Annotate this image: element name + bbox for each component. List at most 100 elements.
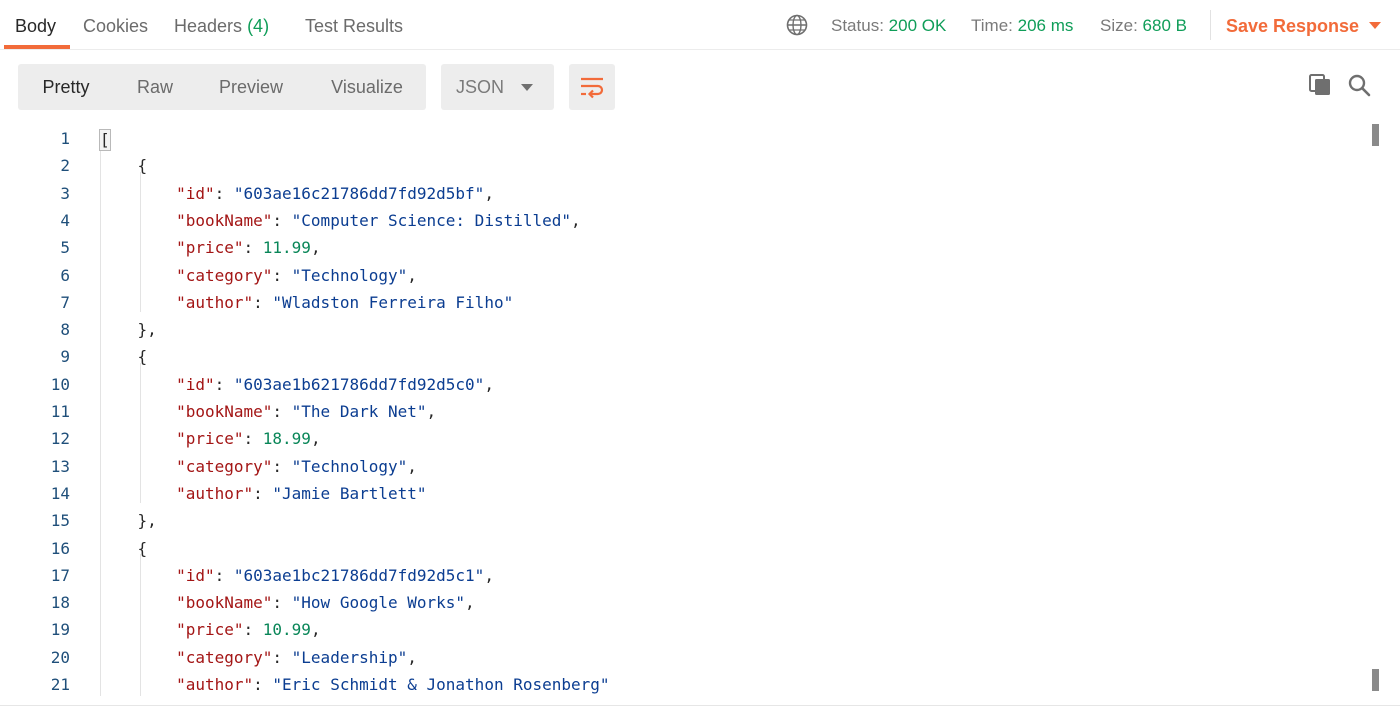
wrap-lines-button[interactable] [569,64,615,110]
divider [1210,10,1211,40]
size-value: 680 B [1142,16,1187,35]
code-text: "price": 18.99, [99,425,321,452]
json-punctuation: : [214,565,234,585]
json-string: "Jamie Bartlett" [272,483,427,503]
chevron-down-icon [521,84,533,91]
line-number: 15 [50,511,70,531]
code-line: 7 "author": "Wladston Ferreira Filho" [0,289,1360,316]
json-key: "id" [176,565,215,585]
line-number: 11 [50,402,70,421]
line-number: 20 [50,647,70,667]
view-preview-button[interactable]: Preview [200,64,302,110]
tab-headers[interactable]: Headers (4) [174,13,269,39]
json-number: 10.99 [262,620,311,640]
view-raw-button[interactable]: Raw [122,64,188,110]
code-text: }, [99,316,157,343]
json-punctuation: : [243,238,263,258]
code-text: "bookName": "The Dark Net", [99,398,436,425]
response-body-viewer[interactable]: 1[2 {3 "id": "603ae16c21786dd7fd92d5bf",… [0,124,1400,696]
json-punctuation: : [272,402,292,421]
code-line: 6 "category": "Technology", [0,262,1360,289]
json-string: "How Google Works" [291,593,466,613]
scrollbar-thumb[interactable] [1372,124,1379,146]
code-text: "bookName": "How Google Works", [99,589,475,616]
code-line: 2 { [0,152,1360,179]
line-number: 5 [60,238,70,258]
json-string: "603ae1b621786dd7fd92d5c0" [233,374,485,394]
line-number: 12 [50,429,70,449]
tab-test-results[interactable]: Test Results [305,13,403,39]
json-string: "The Dark Net" [291,402,427,421]
line-number: 14 [50,483,70,503]
json-punctuation: , [426,402,437,421]
json-punctuation: , [310,620,321,640]
tab-cookies-label: Cookies [83,16,149,36]
code-text: "bookName": "Computer Science: Distilled… [99,207,581,234]
json-punctuation [99,266,176,285]
code-text: "price": 10.99, [99,616,321,643]
chevron-down-icon [1369,21,1382,29]
view-visualize-button[interactable]: Visualize [314,64,420,110]
code-text: { [99,343,148,370]
json-punctuation [99,566,176,585]
code-text: { [99,535,148,562]
line-number: 1 [60,129,70,148]
tab-headers-label: Headers [174,16,243,36]
json-punctuation [99,648,176,667]
json-key: "category" [176,647,273,667]
code-line: 19 "price": 10.99, [0,616,1360,643]
json-punctuation [99,484,176,503]
scrollbar-thumb[interactable] [1372,669,1379,691]
json-string: "Leadership" [291,647,408,667]
json-punctuation: : [272,265,292,285]
code-text: "category": "Leadership", [99,644,417,671]
json-punctuation: : [243,620,263,640]
code-line: 17 "id": "603ae1bc21786dd7fd92d5c1", [0,562,1360,589]
tab-cookies[interactable]: Cookies [83,13,148,39]
code-text: "price": 11.99, [99,234,321,261]
divider [0,705,1400,706]
code-line: 8 }, [0,316,1360,343]
code-line: 13 "category": "Technology", [0,453,1360,480]
json-punctuation [99,375,176,394]
code-text: }, [99,507,157,534]
line-number: 21 [50,675,70,694]
save-response-label: Save Response [1226,16,1360,36]
status-value: 200 OK [888,16,947,35]
search-icon[interactable] [1347,73,1371,97]
code-line: 3 "id": "603ae16c21786dd7fd92d5bf", [0,180,1360,207]
line-number: 2 [60,156,70,176]
json-punctuation: : [253,675,273,694]
json-punctuation [99,293,176,312]
line-number: 13 [50,456,70,476]
time-readout: Time: 206 ms [971,13,1073,39]
code-text: { [99,152,148,179]
code-text: "id": "603ae1bc21786dd7fd92d5c1", [99,562,494,589]
json-punctuation [99,238,176,257]
line-number: 3 [60,183,70,203]
size-label: Size: [1100,16,1138,35]
json-punctuation [99,620,176,639]
json-punctuation: : [214,183,234,203]
format-select[interactable]: JSON [441,64,554,110]
json-punctuation: , [310,238,321,258]
view-pretty-button[interactable]: Pretty [18,64,114,110]
json-punctuation: , [407,265,417,285]
copy-icon[interactable] [1308,73,1332,97]
json-string: "Technology" [291,456,408,476]
tab-body[interactable]: Body [15,13,56,39]
code-line: 18 "bookName": "How Google Works", [0,589,1360,616]
line-number: 8 [60,320,70,340]
code-line: 11 "bookName": "The Dark Net", [0,398,1360,425]
json-punctuation: , [484,374,494,394]
json-punctuation: }, [99,320,157,340]
json-string: "Computer Science: Distilled" [291,210,572,230]
time-label: Time: [971,16,1013,35]
time-value: 206 ms [1017,16,1074,35]
json-key: "price" [176,620,244,640]
json-key: "category" [176,265,273,285]
save-response-button[interactable]: Save Response [1226,13,1382,39]
code-line: 15 }, [0,507,1360,534]
code-line: 12 "price": 18.99, [0,425,1360,452]
globe-icon[interactable] [786,14,808,36]
